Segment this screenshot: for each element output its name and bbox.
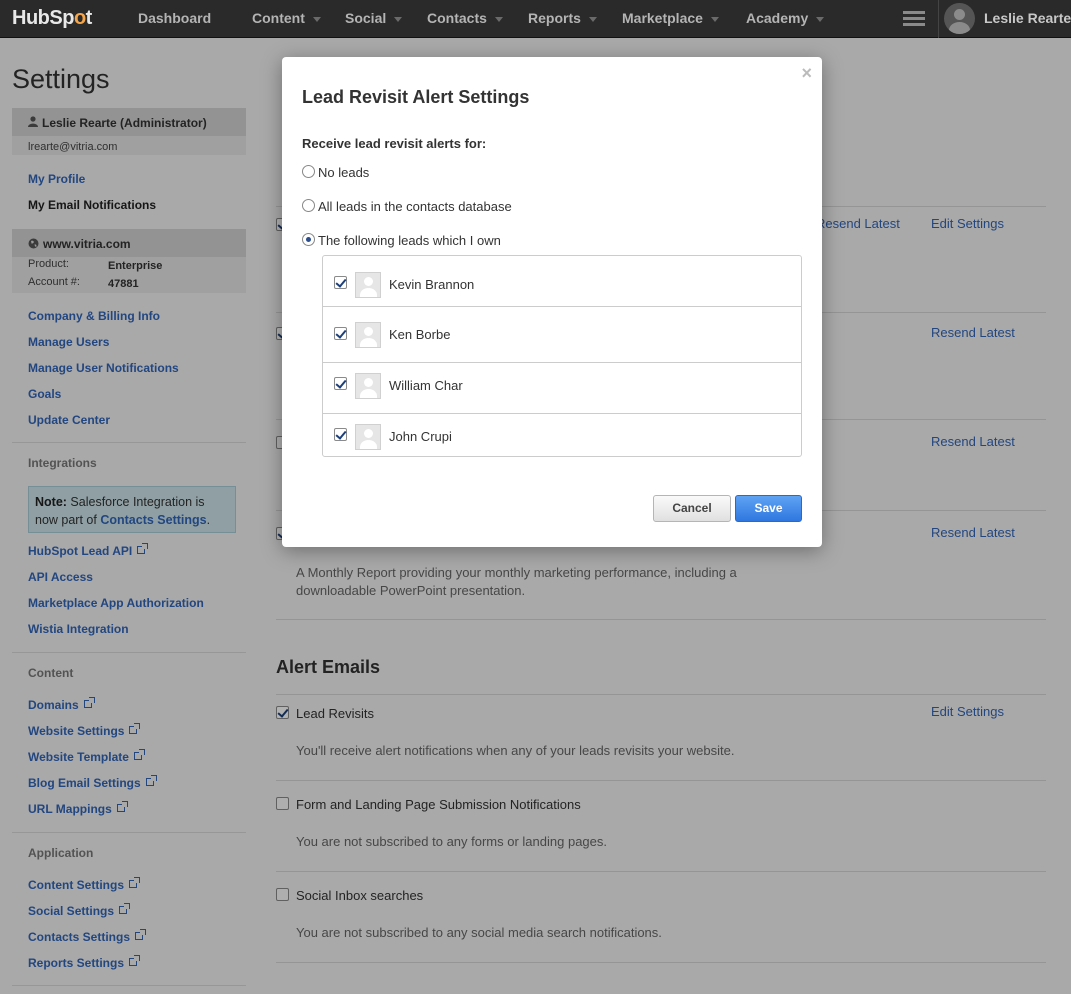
- lead-checkbox[interactable]: [334, 377, 347, 390]
- dialog-title: Lead Revisit Alert Settings: [302, 87, 530, 107]
- lead-checkbox[interactable]: [334, 428, 347, 441]
- radio-owned-leads-label[interactable]: The following leads which I own: [318, 233, 501, 248]
- chevron-down-icon: [588, 16, 597, 22]
- chevron-down-icon: [312, 16, 321, 22]
- list-item: Kevin Brannon: [323, 256, 801, 307]
- dialog-prompt: Receive lead revisit alerts for:: [302, 136, 487, 151]
- lead-checkbox[interactable]: [334, 327, 347, 340]
- nav-divider: [938, 0, 939, 38]
- cancel-button[interactable]: Cancel: [653, 495, 731, 522]
- list-item: Ken Borbe: [323, 313, 801, 363]
- hubspot-logo[interactable]: HubSpot: [12, 7, 92, 30]
- nav-content[interactable]: Content: [252, 10, 321, 26]
- nav-reports[interactable]: Reports: [528, 10, 597, 26]
- radio-all-leads[interactable]: [302, 199, 315, 212]
- top-nav-bar: HubSpot Dashboard Content Social Contact…: [0, 0, 1071, 38]
- menu-icon[interactable]: [903, 11, 925, 29]
- lead-name: William Char: [389, 378, 463, 393]
- nav-marketplace[interactable]: Marketplace: [622, 10, 719, 26]
- lead-name: John Crupi: [389, 429, 452, 444]
- lead-checkbox[interactable]: [334, 276, 347, 289]
- close-icon[interactable]: ×: [801, 63, 812, 84]
- avatar: [355, 373, 381, 399]
- nav-dashboard[interactable]: Dashboard: [138, 10, 211, 26]
- radio-owned-leads[interactable]: [302, 233, 315, 246]
- radio-no-leads-label[interactable]: No leads: [318, 165, 369, 180]
- save-button[interactable]: Save: [735, 495, 802, 522]
- user-menu[interactable]: Leslie Rearte: [984, 10, 1071, 26]
- avatar: [355, 424, 381, 450]
- avatar: [355, 272, 381, 298]
- radio-all-leads-label[interactable]: All leads in the contacts database: [318, 199, 512, 214]
- lead-name: Kevin Brannon: [389, 277, 475, 292]
- chevron-down-icon: [816, 16, 825, 22]
- avatar: [355, 322, 381, 348]
- radio-no-leads[interactable]: [302, 165, 315, 178]
- nav-contacts[interactable]: Contacts: [427, 10, 503, 26]
- list-item: John Crupi: [323, 414, 801, 457]
- chevron-down-icon: [494, 16, 503, 22]
- lead-revisit-settings-dialog: × Lead Revisit Alert Settings Receive le…: [282, 57, 822, 547]
- chevron-down-icon: [710, 16, 719, 22]
- user-avatar[interactable]: [944, 3, 975, 34]
- nav-social[interactable]: Social: [345, 10, 403, 26]
- owned-leads-list: Kevin Brannon Ken Borbe William Char Joh…: [322, 255, 802, 457]
- chevron-down-icon: [394, 16, 403, 22]
- list-item: William Char: [323, 363, 801, 414]
- lead-name: Ken Borbe: [389, 327, 451, 342]
- nav-academy[interactable]: Academy: [746, 10, 825, 26]
